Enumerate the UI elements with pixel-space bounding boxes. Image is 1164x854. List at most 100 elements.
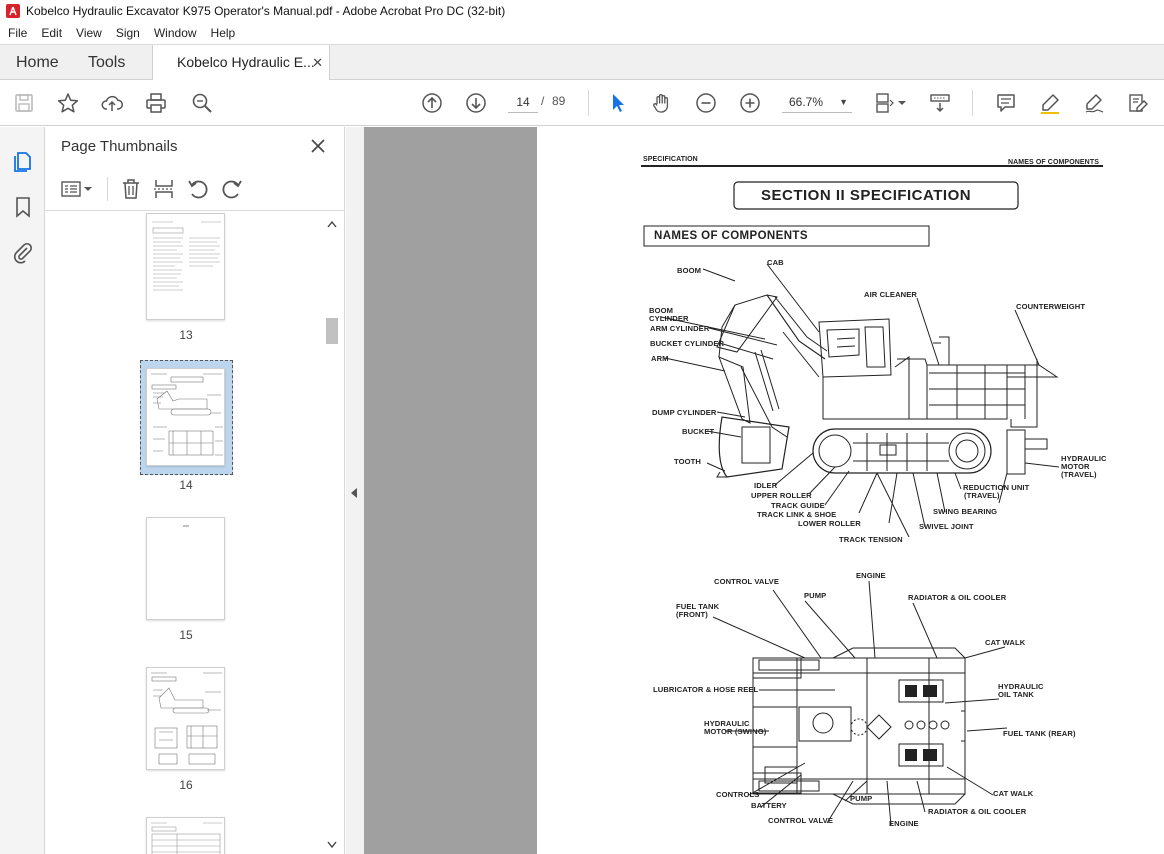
close-tab-icon[interactable]: ✕ [312, 45, 323, 80]
page-display-chevron-icon[interactable] [896, 91, 908, 115]
draw-sign-icon[interactable] [1082, 91, 1106, 115]
thumbnail-scrollbar[interactable] [323, 213, 341, 854]
page-display-icon[interactable] [872, 91, 896, 115]
thumbnail-list: 13 14 15 16 [45, 213, 341, 854]
label-bucket-cylinder: BUCKET CYLINDER [650, 339, 725, 348]
toolbar-divider [588, 90, 589, 116]
label-controls: CONTROLS [716, 790, 760, 799]
zoom-in-icon[interactable] [738, 91, 762, 115]
menu-edit[interactable]: Edit [34, 26, 69, 40]
upload-cloud-icon[interactable] [100, 91, 124, 115]
panel-title: Page Thumbnails [61, 138, 178, 155]
thumbnail-page-number: 16 [179, 778, 193, 792]
label-lower-roller: LOWER ROLLER [798, 519, 861, 528]
bookmark-star-icon[interactable] [56, 91, 80, 115]
label-track-link-shoe: TRACK LINK & SHOE [757, 510, 837, 519]
previous-page-icon[interactable] [420, 91, 444, 115]
comment-icon[interactable] [994, 91, 1018, 115]
label-track-tension: TRACK TENSION [839, 535, 903, 544]
tab-document[interactable]: Kobelco Hydraulic E... ✕ [152, 45, 330, 81]
total-pages: 89 [552, 94, 566, 108]
label-pump: PUMP [804, 591, 827, 600]
find-zoom-icon[interactable] [190, 91, 214, 115]
label-pump: PUMP [850, 794, 873, 803]
toolbar-divider [972, 90, 973, 116]
collapse-panel-icon[interactable] [350, 487, 358, 502]
panel-toolbar [45, 167, 345, 211]
label-arm-cylinder: ARM CYLINDER [650, 324, 710, 333]
label-engine: ENGINE [889, 819, 919, 828]
acrobat-window: Kobelco Hydraulic Excavator K975 Operato… [0, 0, 1164, 854]
label-hydraulic-oil-tank: OIL TANK [998, 690, 1034, 699]
zoom-level-dropdown[interactable]: 66.7% ▼ [782, 91, 852, 113]
label-counterweight: COUNTERWEIGHT [1016, 302, 1086, 311]
left-navigation-rail [0, 127, 45, 854]
select-cursor-icon[interactable] [606, 91, 630, 115]
label-idler: IDLER [754, 481, 778, 490]
delete-page-icon[interactable] [120, 178, 142, 200]
label-upper-roller: UPPER ROLLER [751, 491, 812, 500]
split-page-icon[interactable] [153, 178, 175, 200]
thumbnail-page-number: 13 [179, 328, 193, 342]
attachments-paperclip-icon[interactable] [11, 241, 35, 265]
label-fuel-tank-front: (FRONT) [676, 610, 708, 619]
section-title: SECTION II SPECIFICATION [761, 187, 972, 204]
label-air-cleaner: AIR CLEANER [864, 290, 917, 299]
page-number-input[interactable] [508, 91, 538, 113]
page-thumbnails-panel: Page Thumbnails 13 14 15 16 [45, 127, 345, 854]
label-tooth: TOOTH [674, 457, 701, 466]
next-page-icon[interactable] [464, 91, 488, 115]
thumbnail-page[interactable] [146, 817, 225, 854]
edit-pdf-icon[interactable] [1126, 91, 1150, 115]
close-panel-icon[interactable] [309, 137, 327, 155]
page-separator: / [541, 94, 545, 108]
label-control-valve: CONTROL VALVE [768, 816, 834, 825]
thumbnail-page-selected[interactable] [146, 368, 225, 466]
hand-tool-icon[interactable] [650, 91, 674, 115]
label-reduction-unit: (TRAVEL) [964, 491, 1000, 500]
print-icon[interactable] [144, 91, 168, 115]
label-radiator-oil-cooler: RADIATOR & OIL COOLER [928, 807, 1027, 816]
label-hydraulic-motor-travel: (TRAVEL) [1061, 470, 1097, 479]
label-cat-walk: CAT WALK [985, 638, 1026, 647]
page-thumbnails-icon[interactable] [11, 149, 35, 173]
thumbnail-page[interactable] [146, 517, 225, 620]
scrollbar-thumb[interactable] [326, 318, 338, 344]
zoom-level-value: 66.7% [789, 95, 824, 109]
menu-file[interactable]: File [0, 26, 34, 40]
label-engine: ENGINE [856, 571, 886, 580]
label-boom: BOOM [677, 266, 702, 275]
label-control-valve: CONTROL VALVE [714, 577, 780, 586]
thumbnail-page-number: 14 [179, 478, 193, 492]
chevron-down-icon: ▼ [839, 97, 848, 107]
menu-bar: File Edit View Sign Window Help [0, 22, 1164, 44]
scroll-mode-icon[interactable] [928, 91, 952, 115]
menu-window[interactable]: Window [147, 26, 204, 40]
rotate-clockwise-icon[interactable] [221, 178, 243, 200]
title-bar: Kobelco Hydraulic Excavator K975 Operato… [0, 0, 1164, 22]
thumbnail-page[interactable] [146, 213, 225, 320]
thumbnail-page[interactable] [146, 667, 225, 770]
thumbnail-options-icon[interactable] [61, 178, 95, 200]
label-arm: ARM [651, 354, 669, 363]
header-right: NAMES OF COMPONENTS [1008, 159, 1099, 166]
rotate-counterclockwise-icon[interactable] [187, 178, 209, 200]
label-hydraulic-motor-swing: MOTOR (SWING) [704, 727, 767, 736]
label-boom-cylinder: CYLINDER [649, 314, 689, 323]
bookmarks-icon[interactable] [11, 195, 35, 219]
window-title: Kobelco Hydraulic Excavator K975 Operato… [26, 4, 506, 18]
menu-view[interactable]: View [69, 26, 109, 40]
label-bucket: BUCKET [682, 427, 715, 436]
tab-tools[interactable]: Tools [88, 45, 125, 80]
tab-bar: Home Tools Kobelco Hydraulic E... ✕ [0, 44, 1164, 81]
document-viewport[interactable]: SPECIFICATION NAMES OF COMPONENTS SECTIO… [364, 127, 1164, 854]
label-lubricator-hose-reel: LUBRICATOR & HOSE REEL [653, 685, 759, 694]
menu-help[interactable]: Help [204, 26, 243, 40]
label-dump-cylinder: DUMP CYLINDER [652, 408, 717, 417]
tab-home[interactable]: Home [16, 45, 59, 80]
zoom-out-icon[interactable] [694, 91, 718, 115]
menu-sign[interactable]: Sign [109, 26, 147, 40]
highlight-pen-icon[interactable] [1038, 91, 1062, 115]
thumbnail-page-number: 15 [179, 628, 193, 642]
save-icon[interactable] [12, 91, 36, 115]
